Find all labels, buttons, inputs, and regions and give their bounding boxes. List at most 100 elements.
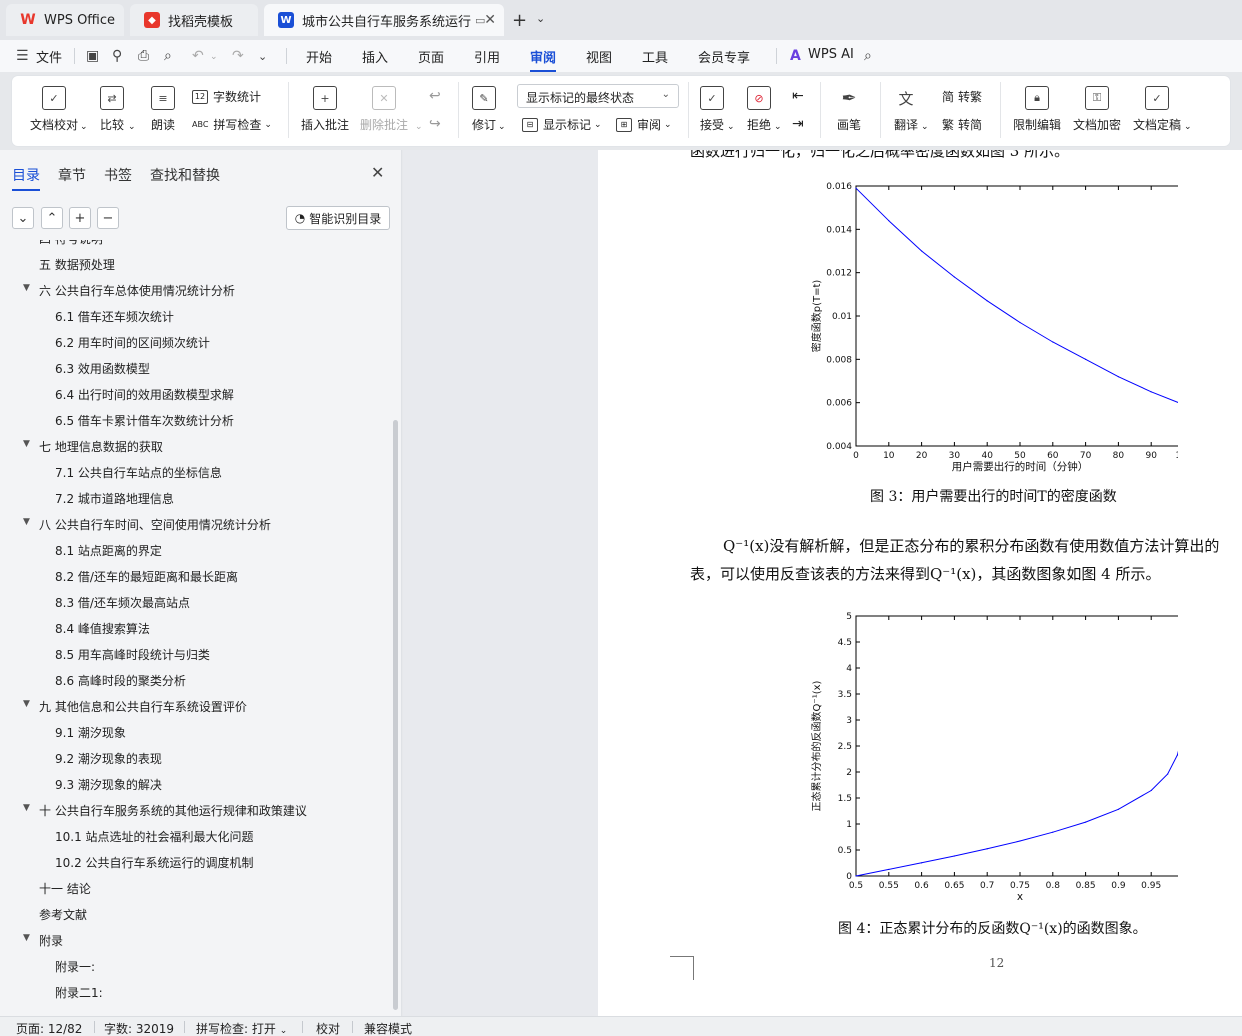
menu-insert[interactable]: 插入 (362, 47, 388, 66)
collapse-arrow-icon[interactable]: ▼ (23, 699, 30, 709)
word-count-button[interactable]: 12 字数统计 (192, 88, 261, 105)
tab-current-document[interactable]: W 城市公共自行车服务系统运行 ▭ ✕ (264, 4, 504, 36)
toc-item[interactable]: 6.5 借车卡累计借车次数统计分析 (55, 412, 234, 429)
doc-check-button[interactable]: ✓ 文档校对 (30, 86, 78, 133)
toc-item[interactable]: 9.3 潮汐现象的解决 (55, 776, 162, 793)
pen-button[interactable]: ✒ 画笔 (837, 86, 861, 133)
toc-item[interactable]: 五 数据预处理 (39, 256, 115, 273)
toc-item[interactable]: ▼ 九 其他信息和公共自行车系统设置评价 (23, 698, 247, 715)
chevron-down-icon[interactable]: ⌄ (258, 50, 267, 63)
restrict-edit-button[interactable]: 🔒︎ 限制编辑 (1013, 86, 1061, 133)
chevron-down-icon[interactable]: ⌄ (536, 12, 545, 25)
collapse-up-button[interactable]: ⌃ (41, 207, 63, 229)
toc-item[interactable]: 8.6 高峰时段的聚类分析 (55, 672, 186, 689)
toc-item[interactable]: 6.2 用车时间的区间频次统计 (55, 334, 210, 351)
spell-check-button[interactable]: ABC 拼写检查 ⌄ (192, 116, 272, 133)
tab-find-replace[interactable]: 查找和替换 (150, 165, 220, 185)
chevron-down-icon[interactable]: ⌄ (727, 122, 735, 132)
add-heading-button[interactable]: + (69, 207, 91, 229)
accept-button[interactable]: ✓ 接受 (700, 86, 724, 133)
toc-item[interactable]: ▼ 附录 (23, 932, 63, 949)
collapse-arrow-icon[interactable]: ▼ (23, 803, 30, 813)
chevron-down-icon[interactable]: ⌄ (921, 122, 929, 132)
menu-home[interactable]: 开始 (306, 47, 332, 66)
compare-button[interactable]: ⇄ 比较 (100, 86, 124, 133)
status-page[interactable]: 页面: 12/82 (16, 1020, 82, 1036)
chevron-down-icon[interactable]: ⌄ (415, 122, 423, 132)
new-tab-icon[interactable]: + (512, 10, 527, 31)
toc-item[interactable]: 8.3 借/还车频次最高站点 (55, 594, 190, 611)
toc-item[interactable]: 6.4 出行时间的效用函数模型求解 (55, 386, 234, 403)
prev-comment-icon[interactable]: ↩ (429, 88, 441, 104)
toc-item[interactable]: ▼ 十 公共自行车服务系统的其他运行规律和政策建议 (23, 802, 307, 819)
menu-page[interactable]: 页面 (418, 47, 444, 66)
mark-state-select[interactable]: 显示标记的最终状态 ⌄ (517, 84, 679, 108)
toc-item[interactable]: 参考文献 (39, 906, 87, 923)
reject-button[interactable]: ⊘ 拒绝 (747, 86, 771, 133)
next-revision-icon[interactable]: ⇥ (792, 116, 804, 132)
menu-wps-ai[interactable]: WPS AI (808, 47, 854, 62)
toc-item[interactable]: 8.4 峰值搜索算法 (55, 620, 150, 637)
toc-item[interactable]: 9.1 潮汐现象 (55, 724, 126, 741)
menu-member[interactable]: 会员专享 (698, 47, 750, 66)
tab-docer-templates[interactable]: ◆ 找稻壳模板 (130, 4, 258, 36)
print-icon[interactable]: ⎙ (138, 48, 149, 64)
smart-toc-button[interactable]: ◔ 智能识别目录 (286, 206, 390, 230)
tab-wps-office[interactable]: W WPS Office (6, 4, 124, 36)
toc-item[interactable]: 6.1 借车还车频次统计 (55, 308, 174, 325)
menu-view[interactable]: 视图 (586, 47, 612, 66)
chevron-down-icon[interactable]: ⌄ (210, 52, 218, 62)
collapse-arrow-icon[interactable]: ▼ (23, 283, 30, 293)
collapse-arrow-icon[interactable]: ▼ (23, 439, 30, 449)
toc-item[interactable]: 8.1 站点距离的界定 (55, 542, 162, 559)
revise-button[interactable]: ✎ 修订 (472, 86, 496, 133)
collapse-arrow-icon[interactable]: ▼ (23, 517, 30, 527)
status-word-count[interactable]: 字数: 32019 (104, 1020, 174, 1036)
toc-item[interactable]: 6.3 效用函数模型 (55, 360, 150, 377)
tab-chapters[interactable]: 章节 (58, 165, 86, 185)
menu-reference[interactable]: 引用 (474, 47, 500, 66)
toc-item[interactable]: 附录二1: (55, 984, 103, 1001)
toc-scrollbar[interactable] (393, 420, 398, 1010)
delete-comment-button[interactable]: ✕ 删除批注 (360, 86, 408, 133)
review-pane-button[interactable]: ⊞ 审阅 ⌄ (616, 116, 672, 133)
toc-item[interactable]: 7.1 公共自行车站点的坐标信息 (55, 464, 222, 481)
toc-item[interactable]: ▼ 六 公共自行车总体使用情况统计分析 (23, 282, 235, 299)
toc-item[interactable]: 9.2 潮汐现象的表现 (55, 750, 162, 767)
chevron-down-icon[interactable]: ⌄ (128, 122, 136, 132)
link-icon[interactable]: ⚲ (112, 48, 122, 64)
tab-toc[interactable]: 目录 (12, 165, 40, 191)
toc-item[interactable]: ▼ 八 公共自行车时间、空间使用情况统计分析 (23, 516, 271, 533)
to-traditional-button[interactable]: 简 转繁 (942, 88, 982, 105)
chevron-down-icon[interactable]: ⌄ (774, 122, 782, 132)
read-aloud-button[interactable]: ≡ 朗读 (151, 86, 175, 133)
print-preview-icon[interactable]: ⌕ (164, 48, 172, 64)
hamburger-menu-icon[interactable]: ☰ (16, 48, 29, 64)
toc-item[interactable]: 10.2 公共自行车系统运行的调度机制 (55, 854, 254, 871)
undo-icon[interactable]: ↶ (192, 48, 204, 64)
close-tab-icon[interactable]: ✕ (484, 12, 496, 28)
status-proofread[interactable]: 校对 (316, 1020, 340, 1036)
expand-down-button[interactable]: ⌄ (12, 207, 34, 229)
chevron-down-icon[interactable]: ⌄ (80, 122, 88, 132)
chevron-down-icon[interactable]: ⌄ (498, 122, 506, 132)
prev-revision-icon[interactable]: ⇤ (792, 88, 804, 104)
document-page[interactable]: 函数进行归一化，归一化之后概率密度函数如图 3 所示。 0 10 20 30 40 50 6… (598, 150, 1242, 1016)
close-icon[interactable]: ✕ (371, 163, 384, 182)
toc-item[interactable]: 7.2 城市道路地理信息 (55, 490, 174, 507)
save-icon[interactable]: ▣ (86, 48, 99, 64)
next-comment-icon[interactable]: ↪ (429, 116, 441, 132)
status-spell-check[interactable]: 拼写检查: 打开 ⌄ (196, 1020, 287, 1036)
remove-heading-button[interactable]: − (97, 207, 119, 229)
toc-item[interactable]: 四 符号说明 (39, 240, 103, 247)
menu-tools[interactable]: 工具 (642, 47, 668, 66)
toc-item[interactable]: 8.5 用车高峰时段统计与归类 (55, 646, 210, 663)
encrypt-button[interactable]: ⚿ 文档加密 (1073, 86, 1121, 133)
collapse-arrow-icon[interactable]: ▼ (23, 933, 30, 943)
tab-bookmarks[interactable]: 书签 (104, 165, 132, 185)
menu-file[interactable]: 文件 (36, 47, 62, 66)
show-marks-button[interactable]: ⊟ 显示标记 ⌄ (522, 116, 602, 133)
finalize-button[interactable]: ✓ 文档定稿 (1133, 86, 1181, 133)
toc-item[interactable]: ▼ 七 地理信息数据的获取 (23, 438, 163, 455)
redo-icon[interactable]: ↷ (232, 48, 244, 64)
